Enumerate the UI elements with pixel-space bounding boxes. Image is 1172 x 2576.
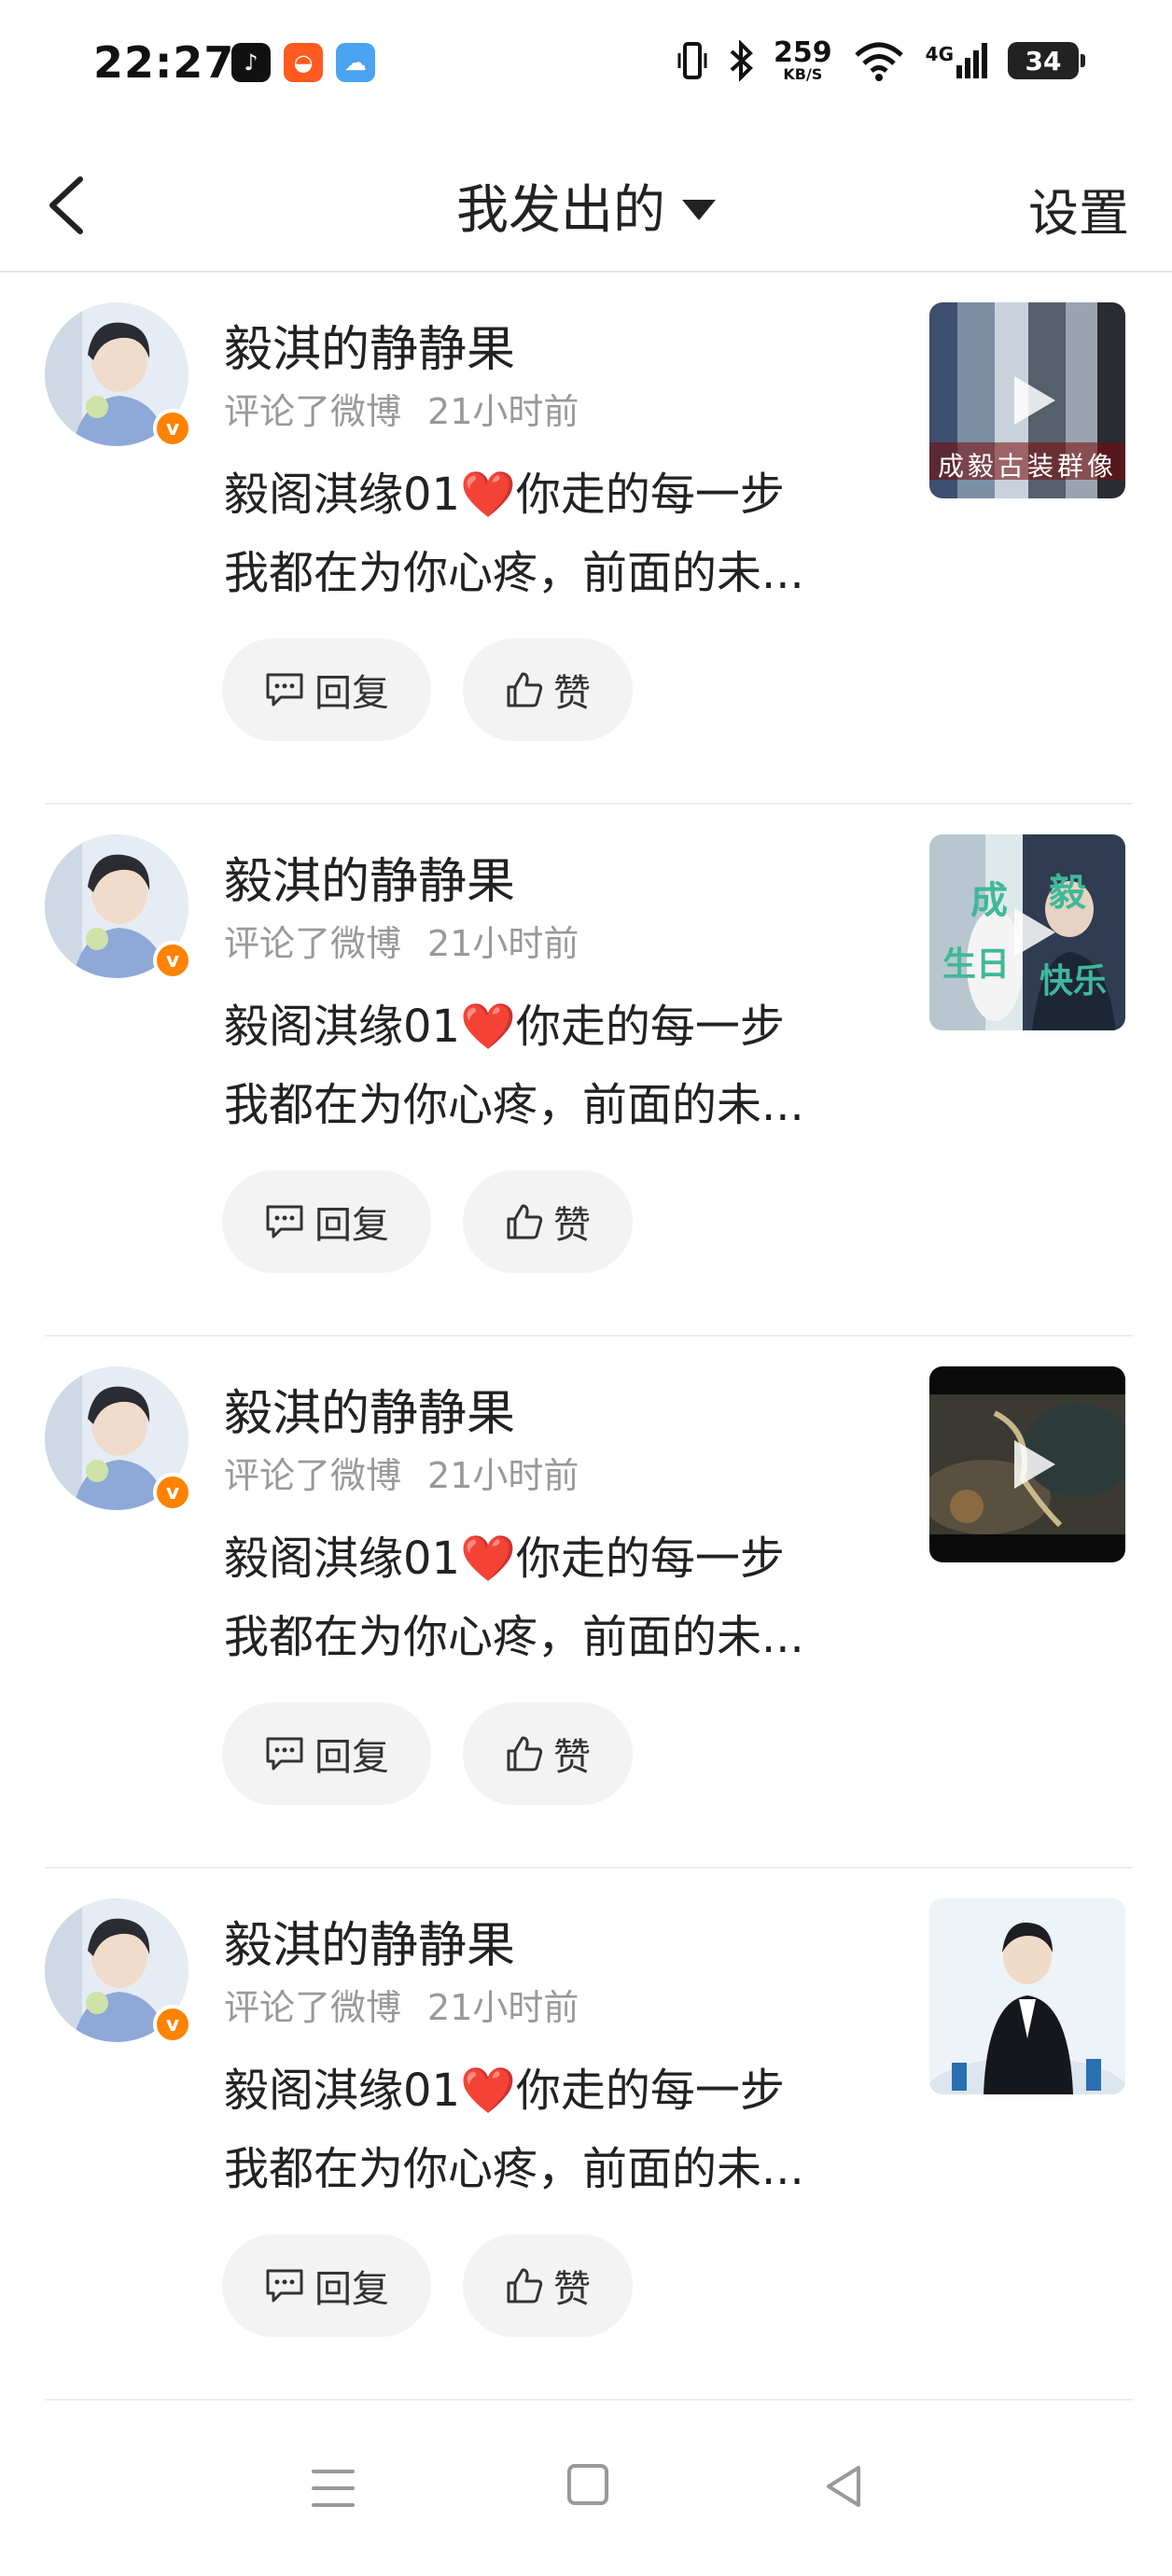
action-text: 评论了微博 — [224, 1987, 402, 2028]
comment-line-1: 毅阁淇缘01❤️你走的每一步 — [224, 469, 785, 521]
status-app-icons: ♪ ◒ ☁ — [231, 43, 375, 82]
comment-meta: 评论了微博 21小时前 — [224, 1447, 579, 1498]
bluetooth-icon — [730, 40, 753, 81]
avatar[interactable]: v — [45, 302, 192, 448]
comment-icon — [266, 1205, 303, 1239]
comment-text[interactable]: 毅阁淇缘01❤️你走的每一步 我都在为你心疼，前面的未... — [224, 455, 877, 612]
play-icon — [1014, 376, 1055, 425]
play-icon — [1014, 908, 1055, 957]
reply-button[interactable]: 回复 — [222, 2234, 431, 2337]
avatar[interactable]: v — [45, 1366, 192, 1512]
net-speed: 259 KB/S — [774, 36, 832, 83]
system-nav-bar — [0, 2445, 1172, 2557]
photo-thumbnail[interactable] — [929, 1898, 1125, 2094]
heart-icon: ❤️ — [460, 1533, 516, 1585]
thumbs-up-icon — [507, 2268, 543, 2303]
comment-line-2: 我都在为你心疼，前面的未... — [224, 547, 804, 599]
like-button[interactable]: 赞 — [463, 1702, 633, 1805]
action-text: 评论了微博 — [224, 923, 402, 964]
verified-badge-icon: v — [153, 2005, 192, 2044]
heart-icon: ❤️ — [460, 1001, 516, 1053]
reply-button[interactable]: 回复 — [222, 1170, 431, 1273]
comment-icon — [266, 673, 303, 707]
page-header: 我发出的 设置 — [0, 140, 1172, 273]
video-thumbnail[interactable]: 成 毅 生日 快乐 — [929, 834, 1125, 1030]
cell-signal-icon: 4G — [926, 43, 987, 78]
battery-indicator: 34 — [1008, 42, 1085, 79]
home-icon[interactable] — [567, 2464, 608, 2505]
thumbs-up-icon — [507, 672, 543, 707]
comment-list: v 毅淇的静静果 评论了微博 21小时前 毅阁淇缘01❤️你走的每一步 我都在为你… — [0, 273, 1172, 2401]
user-name[interactable]: 毅淇的静静果 — [224, 1374, 515, 1444]
thumbnail-caption: 成毅古装群像 — [937, 451, 1117, 482]
timestamp: 21小时前 — [427, 1455, 579, 1496]
timestamp: 21小时前 — [427, 1987, 579, 2028]
video-thumbnail[interactable]: 成毅古装群像 — [929, 302, 1125, 498]
comment-line-1: 毅阁淇缘01❤️你走的每一步 — [224, 1001, 785, 1053]
thumbs-up-icon — [507, 1736, 543, 1771]
status-bar: 22:27 ♪ ◒ ☁ 259 KB/S 4G 34 — [0, 0, 1172, 131]
comment-item[interactable]: v 毅淇的静静果 评论了微博 21小时前 毅阁淇缘01❤️你走的每一步 我都在为你… — [0, 805, 1172, 1337]
avatar[interactable]: v — [45, 1898, 192, 2044]
comment-icon — [266, 1737, 303, 1771]
comment-icon — [266, 2269, 303, 2303]
reply-button[interactable]: 回复 — [222, 638, 431, 741]
red-app-icon: ◒ — [284, 43, 323, 82]
user-name[interactable]: 毅淇的静静果 — [224, 1906, 515, 1976]
comment-meta: 评论了微博 21小时前 — [224, 915, 579, 966]
video-thumbnail[interactable] — [929, 1366, 1125, 1562]
comment-item[interactable]: v 毅淇的静静果 评论了微博 21小时前 毅阁淇缘01❤️你走的每一步 我都在为你… — [0, 1869, 1172, 2401]
like-button[interactable]: 赞 — [463, 2234, 633, 2337]
comment-text[interactable]: 毅阁淇缘01❤️你走的每一步 我都在为你心疼，前面的未... — [224, 987, 877, 1144]
reply-button[interactable]: 回复 — [222, 1702, 431, 1805]
comment-meta: 评论了微博 21小时前 — [224, 1979, 579, 2030]
back-icon[interactable] — [821, 2462, 866, 2511]
thumbs-up-icon — [507, 1204, 543, 1239]
status-time: 22:27 — [93, 37, 235, 88]
comment-line-2: 我都在为你心疼，前面的未... — [224, 2143, 804, 2195]
like-button[interactable]: 赞 — [463, 1170, 633, 1273]
tiktok-icon: ♪ — [231, 43, 271, 82]
verified-badge-icon: v — [153, 409, 192, 448]
comment-line-1: 毅阁淇缘01❤️你走的每一步 — [224, 1533, 785, 1585]
title-dropdown[interactable]: 我发出的 — [0, 168, 1172, 244]
heart-icon: ❤️ — [460, 469, 516, 521]
wifi-icon — [854, 42, 903, 81]
comment-text[interactable]: 毅阁淇缘01❤️你走的每一步 我都在为你心疼，前面的未... — [224, 1519, 877, 1676]
avatar[interactable]: v — [45, 834, 192, 980]
heart-icon: ❤️ — [460, 2065, 516, 2117]
verified-badge-icon: v — [153, 1473, 192, 1512]
page-title: 我发出的 — [456, 180, 665, 241]
menu-icon[interactable] — [312, 2470, 355, 2511]
like-button[interactable]: 赞 — [463, 638, 633, 741]
status-indicators: 259 KB/S 4G 34 — [677, 36, 1085, 83]
verified-badge-icon: v — [153, 941, 192, 980]
comment-line-1: 毅阁淇缘01❤️你走的每一步 — [224, 2065, 785, 2117]
comment-line-2: 我都在为你心疼，前面的未... — [224, 1611, 804, 1663]
vibrate-icon — [677, 42, 707, 79]
caret-down-icon — [682, 199, 716, 220]
divider — [45, 2399, 1133, 2401]
comment-line-2: 我都在为你心疼，前面的未... — [224, 1079, 804, 1131]
action-text: 评论了微博 — [224, 1455, 402, 1496]
comment-text[interactable]: 毅阁淇缘01❤️你走的每一步 我都在为你心疼，前面的未... — [224, 2051, 877, 2208]
action-text: 评论了微博 — [224, 391, 402, 432]
timestamp: 21小时前 — [427, 391, 579, 432]
play-icon — [1014, 1440, 1055, 1489]
comment-meta: 评论了微博 21小时前 — [224, 383, 579, 434]
comment-item[interactable]: v 毅淇的静静果 评论了微博 21小时前 毅阁淇缘01❤️你走的每一步 我都在为你… — [0, 1337, 1172, 1869]
comment-item[interactable]: v 毅淇的静静果 评论了微博 21小时前 毅阁淇缘01❤️你走的每一步 我都在为你… — [0, 273, 1172, 805]
weather-icon: ☁ — [336, 43, 375, 82]
timestamp: 21小时前 — [427, 923, 579, 964]
user-name[interactable]: 毅淇的静静果 — [224, 842, 515, 912]
settings-button[interactable]: 设置 — [1028, 172, 1129, 245]
user-name[interactable]: 毅淇的静静果 — [224, 310, 515, 380]
